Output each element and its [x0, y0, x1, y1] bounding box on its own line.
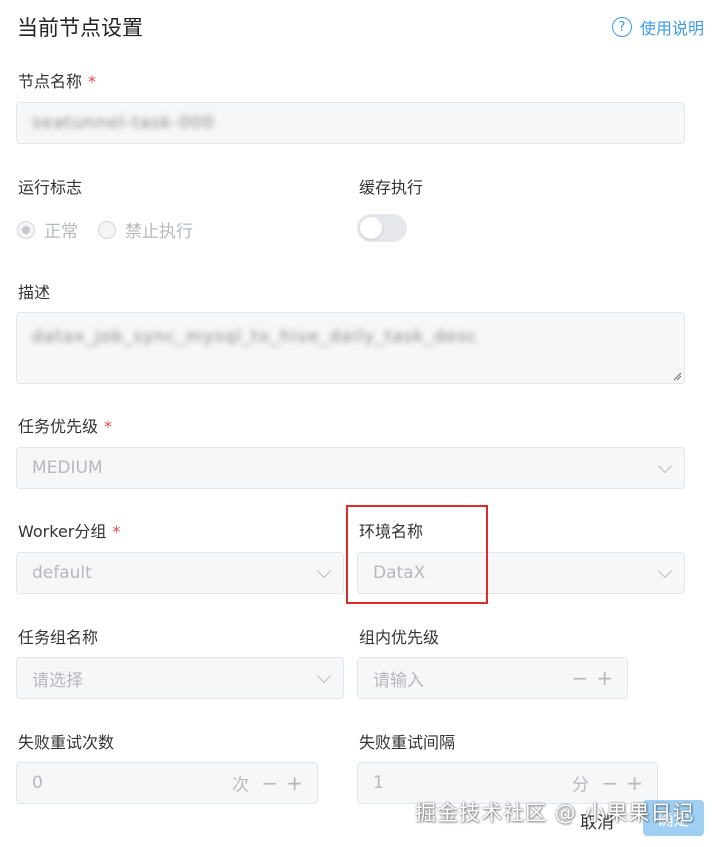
run-flag-label: 运行标志 [18, 178, 83, 197]
minus-icon[interactable]: − [601, 771, 618, 795]
help-link[interactable]: ? 使用说明 [611, 15, 704, 39]
description-label: 描述 [18, 283, 51, 302]
required-mark: * [104, 417, 113, 436]
run-flag-radio-group: 正常 禁止执行 [17, 217, 207, 242]
priority-value: MEDIUM [32, 458, 103, 478]
resize-handle-icon[interactable] [672, 371, 682, 381]
radio-forbidden-label: 禁止执行 [125, 222, 193, 242]
retry-times-value: 0 [32, 773, 43, 793]
priority-label: 任务优先级 * [18, 417, 113, 436]
radio-unchecked-icon [98, 220, 116, 239]
worker-group-value: default [32, 563, 92, 583]
radio-normal[interactable]: 正常 [17, 217, 78, 242]
retry-interval-stepper: − + [601, 771, 643, 795]
node-name-input[interactable]: seatunnel-task-000 [16, 102, 685, 144]
plus-icon[interactable]: + [286, 771, 303, 795]
cache-exec-label: 缓存执行 [359, 178, 424, 197]
node-name-label: 节点名称 * [18, 72, 97, 91]
retry-times-unit: 次 [232, 775, 249, 796]
plus-icon[interactable]: + [626, 771, 643, 795]
node-name-value: seatunnel-task-000 [32, 113, 215, 133]
retry-times-stepper: − + [261, 771, 303, 795]
annotation-highlight-box [346, 505, 488, 604]
group-priority-input[interactable]: 请输入 − + [357, 657, 628, 699]
worker-group-select[interactable]: default [16, 552, 344, 594]
retry-interval-value: 1 [373, 773, 384, 793]
chevron-down-icon [657, 458, 673, 474]
retry-interval-unit: 分 [572, 775, 589, 796]
description-textarea[interactable]: datax_job_sync_mysql_to_hive_daily_task_… [16, 312, 685, 384]
task-group-placeholder: 请选择 [32, 670, 83, 691]
page-title: 当前节点设置 [17, 16, 143, 40]
group-priority-label: 组内优先级 [359, 628, 440, 647]
watermark-text: 掘金技术社区 @ 小果果日记 [415, 801, 695, 825]
cache-exec-toggle[interactable] [357, 214, 407, 242]
description-value: datax_job_sync_mysql_to_hive_daily_task_… [32, 327, 478, 347]
radio-checked-icon [17, 220, 35, 239]
plus-icon[interactable]: + [596, 666, 613, 690]
minus-icon[interactable]: − [261, 771, 278, 795]
chevron-down-icon [316, 668, 332, 684]
help-label: 使用说明 [639, 19, 704, 38]
task-group-select[interactable]: 请选择 [16, 657, 344, 699]
chevron-down-icon [316, 563, 332, 579]
task-group-label: 任务组名称 [18, 628, 99, 647]
worker-group-label: Worker分组 * [18, 522, 121, 541]
group-priority-placeholder: 请输入 [373, 670, 424, 691]
group-priority-stepper: − + [571, 666, 613, 690]
required-mark: * [88, 72, 97, 91]
retry-times-label: 失败重试次数 [18, 733, 115, 752]
retry-interval-label: 失败重试间隔 [359, 733, 456, 752]
chevron-down-icon [657, 563, 673, 579]
retry-times-input[interactable]: 0 次 − + [16, 762, 318, 804]
radio-normal-label: 正常 [44, 222, 78, 242]
question-circle-icon: ? [611, 17, 632, 37]
priority-select[interactable]: MEDIUM [16, 447, 685, 489]
required-mark: * [112, 522, 121, 541]
minus-icon[interactable]: − [571, 666, 588, 690]
radio-forbidden[interactable]: 禁止执行 [98, 217, 193, 242]
